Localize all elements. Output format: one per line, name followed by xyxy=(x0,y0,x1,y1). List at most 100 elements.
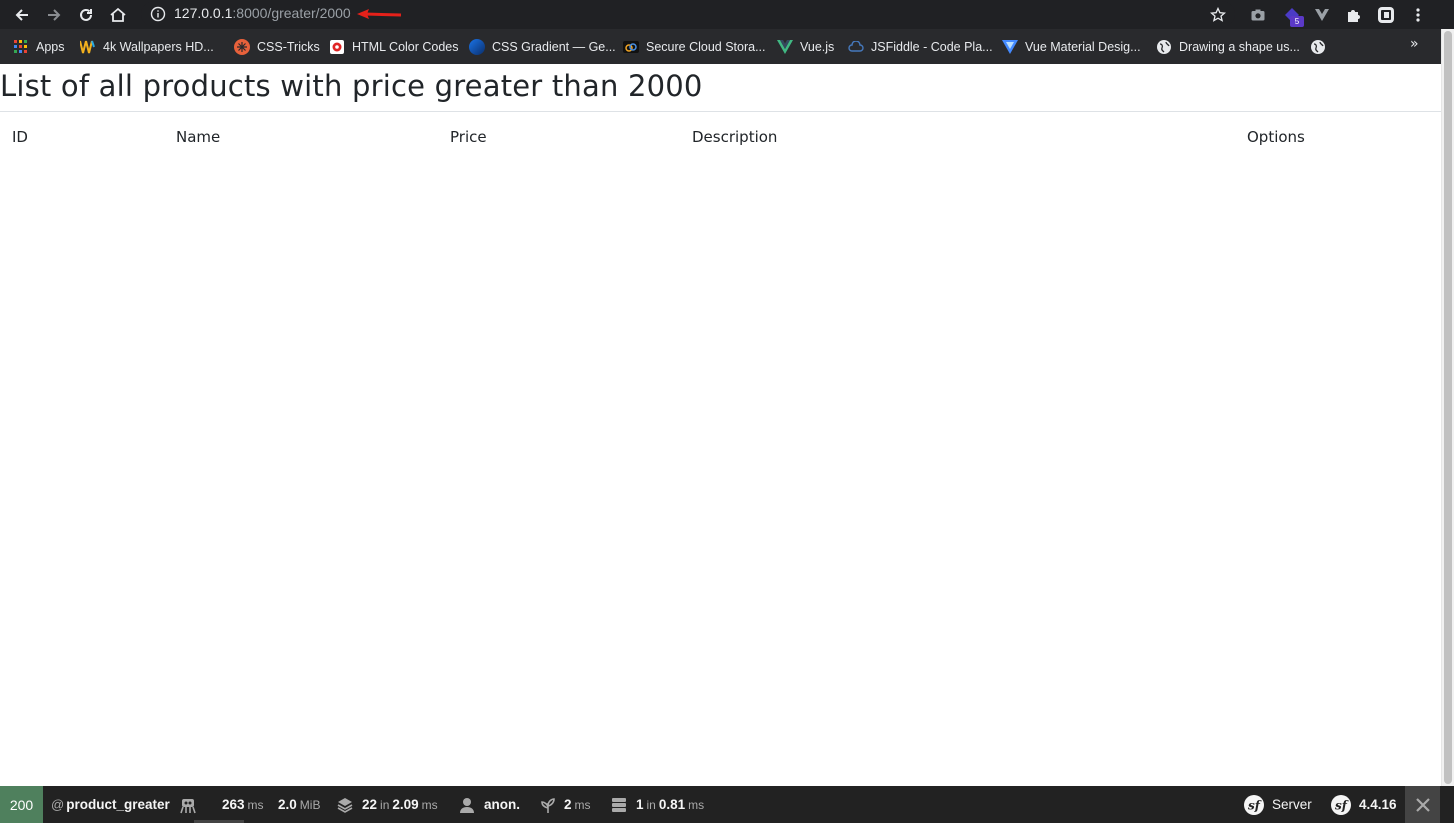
user-icon xyxy=(460,797,474,813)
server-label: Server xyxy=(1272,797,1312,812)
column-header-name: Name xyxy=(176,128,221,146)
close-icon xyxy=(1415,797,1430,812)
bookmarks-overflow-button[interactable]: » xyxy=(1410,36,1419,52)
reload-icon xyxy=(80,8,92,21)
globe-icon xyxy=(1156,39,1172,55)
html-color-codes-icon xyxy=(329,39,345,55)
db-in-label: in xyxy=(646,797,656,812)
cache-panel[interactable]: 2 ms xyxy=(540,786,591,823)
vue-icon xyxy=(777,39,793,55)
css-tricks-icon xyxy=(234,39,250,55)
column-header-price: Price xyxy=(450,128,487,146)
bookmark-star-button[interactable] xyxy=(1208,5,1228,25)
server-panel[interactable]: sf Server xyxy=(1244,786,1312,823)
bookmark-globe-extra[interactable] xyxy=(1310,38,1333,56)
route-panel[interactable]: @ product_greater xyxy=(51,786,170,823)
profile-avatar-icon xyxy=(1378,7,1394,23)
status-code-badge[interactable]: 200 xyxy=(0,786,43,823)
route-name: product_greater xyxy=(66,797,170,812)
cloud-storage-icon xyxy=(623,39,639,55)
bookmark-4k-wallpapers[interactable]: 4k Wallpapers HD... xyxy=(80,38,214,56)
request-time: 263 xyxy=(222,797,245,812)
bookmark-vue-material[interactable]: Vue Material Desig... xyxy=(1002,38,1141,56)
bookmarks-bar: Apps 4k Wallpapers HD... CSS-Tricks HTML… xyxy=(0,29,1441,64)
bookmark-html-color-codes[interactable]: HTML Color Codes xyxy=(329,38,459,56)
jsfiddle-icon xyxy=(848,39,864,55)
symfony-version-panel[interactable]: sf 4.4.16 xyxy=(1331,786,1397,823)
bookmark-label: Secure Cloud Stora... xyxy=(646,40,766,54)
bookmark-label: HTML Color Codes xyxy=(352,40,459,54)
svg-text:sf: sf xyxy=(1335,798,1349,812)
bookmark-secure-cloud-storage[interactable]: Secure Cloud Stora... xyxy=(623,38,766,56)
bookmark-label: 4k Wallpapers HD... xyxy=(103,40,214,54)
database-icon xyxy=(612,797,626,812)
symfony-debug-toolbar: 200 @ product_greater 263 ms 2.0 MiB 22 … xyxy=(0,786,1454,823)
back-button[interactable] xyxy=(10,3,34,27)
globe-icon xyxy=(1310,39,1326,55)
url-text[interactable]: 127.0.0.1:8000/greater/2000 xyxy=(174,5,351,21)
star-icon xyxy=(1210,7,1226,22)
bookmark-label: Vue Material Desig... xyxy=(1025,40,1141,54)
twig-panel[interactable]: 22 in 2.09 ms xyxy=(336,786,438,823)
twig-time: 2.09 xyxy=(392,797,419,812)
puzzle-icon xyxy=(1348,10,1360,22)
twig-render-count: 22 xyxy=(362,797,378,812)
svg-text:sf: sf xyxy=(1248,798,1262,812)
security-user: anon. xyxy=(484,797,520,812)
bookmark-label: Vue.js xyxy=(800,40,835,54)
page-content: List of all products with price greater … xyxy=(0,64,1441,786)
bookmark-label: Drawing a shape us... xyxy=(1179,40,1300,54)
column-header-id: ID xyxy=(12,128,28,146)
info-icon xyxy=(150,6,166,22)
symfony-version: 4.4.16 xyxy=(1359,797,1397,812)
wallpapers-icon xyxy=(80,39,96,55)
column-header-options: Options xyxy=(1247,128,1305,146)
bookmark-css-tricks[interactable]: CSS-Tricks xyxy=(234,38,320,56)
symfony-logo-icon: sf xyxy=(1331,794,1351,815)
profile-button[interactable] xyxy=(1376,5,1396,25)
bookmark-label: JSFiddle - Code Pla... xyxy=(871,40,993,54)
cache-leaf-icon xyxy=(541,797,555,813)
twig-time-unit: ms xyxy=(421,797,438,812)
vue-devtools-button[interactable] xyxy=(1312,5,1332,25)
title-divider xyxy=(0,111,1441,112)
symfony-logo-icon: sf xyxy=(1244,794,1264,815)
bookmark-vuejs[interactable]: Vue.js xyxy=(777,38,834,56)
security-panel[interactable]: anon. xyxy=(458,786,520,823)
memory-unit: MiB xyxy=(299,797,321,812)
memory-panel[interactable]: 2.0 MiB xyxy=(278,786,320,823)
bookmark-css-gradient[interactable]: CSS Gradient — Ge... xyxy=(469,38,616,56)
page-scrollbar[interactable] xyxy=(1441,29,1454,786)
database-panel[interactable]: 1 in 0.81 ms xyxy=(610,786,704,823)
route-prefix: @ xyxy=(51,797,65,812)
reload-button[interactable] xyxy=(74,3,98,27)
memory-usage: 2.0 xyxy=(278,797,297,812)
address-bar[interactable]: 127.0.0.1:8000/greater/2000 xyxy=(141,1,1235,27)
time-panel[interactable]: 263 ms xyxy=(222,786,264,823)
bookmark-drawing-shape[interactable]: Drawing a shape us... xyxy=(1156,38,1300,56)
twig-in-label: in xyxy=(380,797,390,812)
db-query-count: 1 xyxy=(636,797,644,812)
bookmark-label: CSS-Tricks xyxy=(257,40,320,54)
ajax-panel[interactable] xyxy=(178,786,206,823)
home-button[interactable] xyxy=(106,3,130,27)
request-time-unit: ms xyxy=(247,797,264,812)
url-host: 127.0.0.1 xyxy=(174,5,233,21)
db-time: 0.81 xyxy=(658,797,686,812)
bookmark-label: Apps xyxy=(36,40,65,54)
bookmark-label: CSS Gradient — Ge... xyxy=(492,40,616,54)
extension-badge: 5 xyxy=(1290,16,1304,27)
arrow-right-icon xyxy=(48,9,61,21)
db-time-unit: ms xyxy=(688,797,705,812)
forward-button[interactable] xyxy=(42,3,66,27)
extensions-menu-button[interactable] xyxy=(1344,5,1364,25)
camera-extension-button[interactable] xyxy=(1248,5,1268,25)
browser-menu-button[interactable] xyxy=(1408,5,1428,25)
vue-devtools-icon xyxy=(1315,9,1329,21)
bookmark-jsfiddle[interactable]: JSFiddle - Code Pla... xyxy=(848,38,993,56)
bookmark-apps[interactable]: Apps xyxy=(13,38,65,56)
arrow-left-icon xyxy=(15,9,28,21)
home-icon xyxy=(110,7,126,22)
toolbar-close-button[interactable] xyxy=(1405,786,1440,823)
scrollbar-thumb[interactable] xyxy=(1444,31,1452,784)
